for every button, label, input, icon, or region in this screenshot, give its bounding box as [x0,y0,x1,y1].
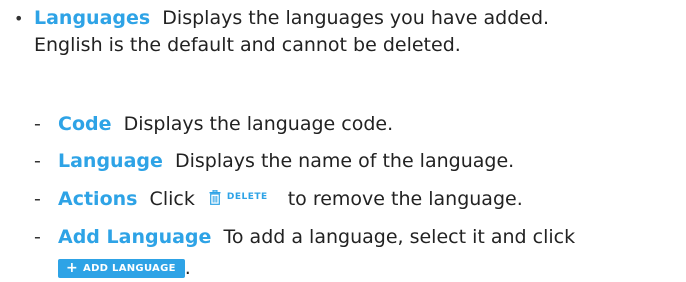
delete-label: DELETE [226,192,268,203]
languages-term: Languages [34,7,151,29]
add-language-item: - Add Language To add a language, select … [34,225,575,251]
delete-button[interactable]: DELETE [209,190,268,205]
bullet-dot: • [14,9,24,28]
document-body: • Languages Displays the languages you h… [0,0,686,279]
add-language-term: Add Language [58,226,212,248]
language-desc: Displays the name of the language. [174,150,515,172]
dash: - [34,150,41,172]
add-language-desc: To add a language, select it and click [223,226,576,248]
actions-term: Actions [58,188,138,210]
actions-post: to remove the language. [287,188,523,210]
dash: - [34,226,41,248]
dash: - [34,188,41,210]
language-term: Language [58,150,163,172]
language-item: - Language Displays the name of the langu… [34,149,514,175]
plus-icon: + [66,260,79,276]
languages-description: Languages Displays the languages you hav… [34,6,674,58]
code-term: Code [58,113,112,135]
add-language-button-line: + ADD LANGUAGE . [58,256,191,282]
add-language-button-label: ADD LANGUAGE [83,262,176,274]
period: . [184,257,191,279]
code-desc: Displays the language code. [123,113,394,135]
languages-desc-line1: Displays the languages you have added. [162,7,550,29]
actions-item: - Actions Click DELETE to remove the lang… [34,187,523,213]
languages-desc-line2: English is the default and cannot be del… [34,33,461,56]
dash: - [34,113,41,135]
languages-bullet: • Languages Displays the languages you h… [14,6,674,58]
actions-pre: Click [149,188,195,210]
trash-icon [209,190,221,205]
code-item: - Code Displays the language code. [34,112,393,138]
